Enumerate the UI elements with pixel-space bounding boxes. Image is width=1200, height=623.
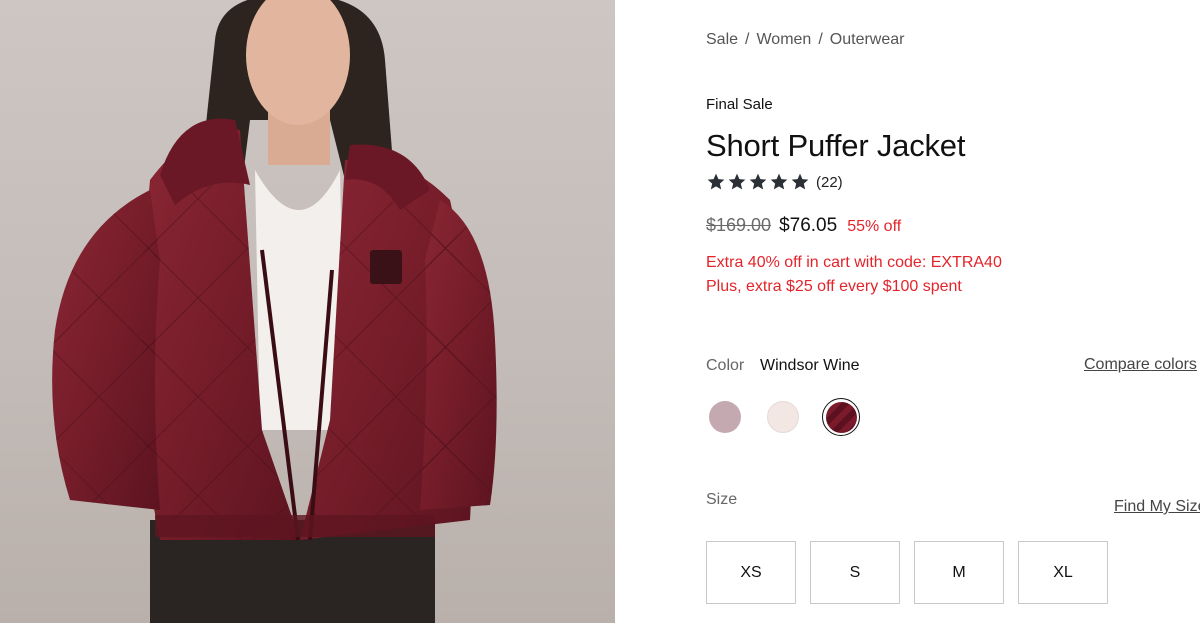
- swatch-color: [825, 401, 857, 433]
- swatch-windsor-wine[interactable]: [822, 398, 860, 436]
- swatch-blush[interactable]: [764, 398, 802, 436]
- size-button-s[interactable]: S: [810, 541, 900, 604]
- swatch-color: [709, 401, 741, 433]
- star-icon: [706, 172, 726, 192]
- breadcrumb-separator: /: [818, 31, 823, 48]
- star-icon: [769, 172, 789, 192]
- selected-color-name: Windsor Wine: [760, 357, 860, 374]
- price-block: $169.00 $76.05 55% off: [706, 215, 901, 237]
- compare-colors-link[interactable]: Compare colors: [1084, 356, 1197, 374]
- breadcrumb-women[interactable]: Women: [756, 31, 811, 49]
- star-rating: [706, 172, 810, 192]
- size-button-m[interactable]: M: [914, 541, 1004, 604]
- color-swatches: [706, 398, 880, 436]
- discount-percent: 55% off: [847, 218, 902, 235]
- product-page: Sale / Women / Outerwear Final Sale Shor…: [0, 0, 1200, 623]
- review-count[interactable]: (22): [816, 174, 843, 191]
- product-title: Short Puffer Jacket: [706, 128, 966, 163]
- product-rating[interactable]: (22): [706, 172, 843, 192]
- product-image[interactable]: [0, 0, 615, 623]
- size-options: XS S M XL: [706, 541, 1108, 604]
- size-button-xs[interactable]: XS: [706, 541, 796, 604]
- swatch-mauve[interactable]: [706, 398, 744, 436]
- star-icon: [727, 172, 747, 192]
- product-photo-illustration: [52, 0, 497, 623]
- find-my-size-link[interactable]: Find My Size: [1114, 498, 1200, 516]
- final-sale-badge: Final Sale: [706, 96, 773, 113]
- swatch-color: [767, 401, 799, 433]
- star-icon: [790, 172, 810, 192]
- size-label: Size: [706, 491, 738, 508]
- size-button-xl[interactable]: XL: [1018, 541, 1108, 604]
- color-label: Color: [706, 357, 745, 374]
- breadcrumb-outerwear[interactable]: Outerwear: [830, 31, 905, 49]
- breadcrumb-separator: /: [745, 31, 750, 48]
- size-header: Size Find My Size: [706, 490, 1200, 516]
- promo-code-message: Extra 40% off in cart with code: EXTRA40: [706, 254, 1002, 271]
- breadcrumb: Sale / Women / Outerwear: [706, 31, 904, 49]
- star-icon: [748, 172, 768, 192]
- original-price: $169.00: [706, 215, 772, 235]
- color-header: Color Windsor Wine Compare colors: [706, 356, 1200, 378]
- product-info: Sale / Women / Outerwear Final Sale Shor…: [706, 0, 1200, 623]
- breadcrumb-sale[interactable]: Sale: [706, 31, 738, 49]
- sale-price: $76.05: [779, 215, 838, 236]
- promo-spend-message: Plus, extra $25 off every $100 spent: [706, 278, 962, 295]
